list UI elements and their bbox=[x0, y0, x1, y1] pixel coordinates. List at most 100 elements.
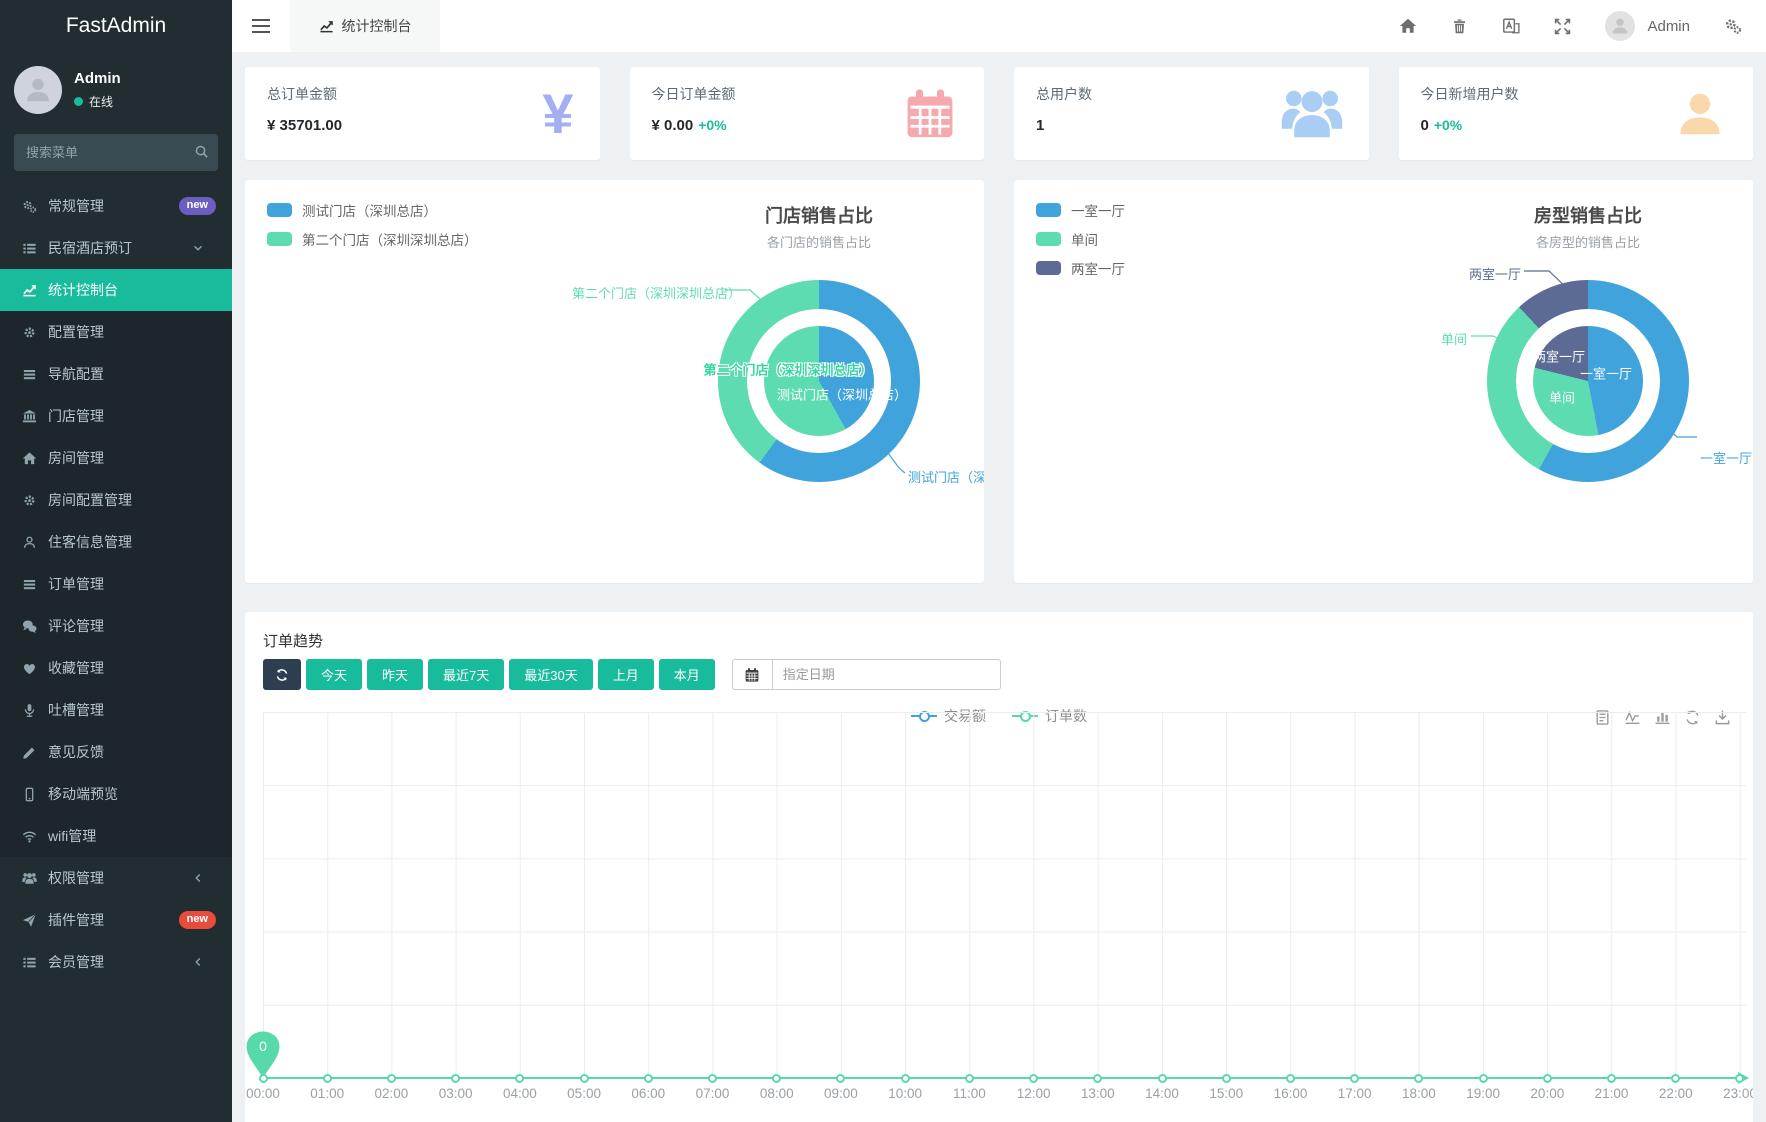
fullscreen-button[interactable] bbox=[1554, 18, 1571, 35]
data-point-marker[interactable] bbox=[644, 1074, 653, 1083]
data-point-marker[interactable] bbox=[259, 1074, 268, 1083]
svg-text:0: 0 bbox=[259, 1038, 267, 1054]
x-axis-tick-label: 20:00 bbox=[1517, 1086, 1577, 1101]
data-point-marker[interactable] bbox=[1671, 1074, 1680, 1083]
range-30days-button[interactable]: 最近30天 bbox=[509, 659, 592, 690]
gears-icon bbox=[1724, 17, 1742, 35]
store-sales-chart-card: 测试门店（深圳总店） 第二个门店（深圳深圳总店） 门店销售占比 各门店的销售占比… bbox=[245, 180, 984, 583]
sidebar-item-store[interactable]: 门店管理 bbox=[0, 395, 232, 437]
trend-chart-plot-area[interactable]: 0 bbox=[263, 712, 1746, 1078]
user-avatar bbox=[14, 66, 62, 114]
sidebar-item-permissions[interactable]: 权限管理 bbox=[0, 857, 232, 899]
legend-item[interactable]: 单间 bbox=[1036, 229, 1125, 249]
chart-subtitle: 各门店的销售占比 bbox=[767, 232, 871, 251]
date-range-buttons: 今天 昨天 最近7天 最近30天 上月 本月 bbox=[263, 659, 1001, 690]
sidebar-item-members[interactable]: 会员管理 bbox=[0, 941, 232, 983]
data-point-marker[interactable] bbox=[515, 1074, 524, 1083]
data-point-marker[interactable] bbox=[387, 1074, 396, 1083]
topbar: 统计控制台 Admin bbox=[232, 0, 1766, 52]
data-point-marker[interactable] bbox=[965, 1074, 974, 1083]
legend-item[interactable]: 第二个门店（深圳深圳总店） bbox=[267, 229, 478, 249]
data-point-marker[interactable] bbox=[1029, 1074, 1038, 1083]
sidebar-item-comments[interactable]: 评论管理 bbox=[0, 605, 232, 647]
sidebar-item-favorites[interactable]: 收藏管理 bbox=[0, 647, 232, 689]
settings-button[interactable] bbox=[1724, 17, 1742, 35]
sidebar-item-plugins[interactable]: 插件管理new bbox=[0, 899, 232, 941]
calendar-icon bbox=[732, 659, 772, 690]
x-axis-tick-label: 04:00 bbox=[490, 1086, 550, 1101]
sidebar-item-config[interactable]: 配置管理 bbox=[0, 311, 232, 353]
data-point-marker[interactable] bbox=[772, 1074, 781, 1083]
x-axis-tick-label: 17:00 bbox=[1325, 1086, 1385, 1101]
sidebar-item-dashboard[interactable]: 统计控制台 bbox=[0, 269, 232, 311]
legend-item[interactable]: 两室一厅 bbox=[1036, 258, 1125, 278]
sidebar-item-guest-info[interactable]: 住客信息管理 bbox=[0, 521, 232, 563]
sidebar-toggle-button[interactable] bbox=[232, 0, 290, 52]
pie-outer-label: 一室一厅 bbox=[1700, 448, 1752, 467]
home-button[interactable] bbox=[1399, 17, 1417, 35]
donut-chart-stores[interactable]: 第二个门店（深圳深圳总店） 测试门店（深圳总店） bbox=[718, 280, 920, 482]
range-today-button[interactable]: 今天 bbox=[306, 659, 362, 690]
x-axis-tick-label: 19:00 bbox=[1453, 1086, 1513, 1101]
donut-chart-room-types[interactable]: 两室一厅 一室一厅 单间 bbox=[1487, 280, 1689, 482]
sidebar-item-orders[interactable]: 订单管理 bbox=[0, 563, 232, 605]
stat-card-today-order-amount: 今日订单金额 ¥ 0.00+0% bbox=[630, 67, 985, 160]
chevron-left-icon bbox=[191, 871, 205, 885]
sidebar-item-room-config[interactable]: 房间配置管理 bbox=[0, 479, 232, 521]
data-point-marker[interactable] bbox=[1479, 1074, 1488, 1083]
data-point-marker[interactable] bbox=[1158, 1074, 1167, 1083]
gear-icon bbox=[22, 493, 37, 508]
legend-swatch bbox=[1036, 203, 1061, 217]
donut-inner-ring[interactable] bbox=[764, 326, 874, 436]
gears-icon bbox=[22, 199, 37, 214]
range-7days-button[interactable]: 最近7天 bbox=[428, 659, 504, 690]
sidebar-item-suggestions[interactable]: 意见反馈 bbox=[0, 731, 232, 773]
date-picker-input[interactable] bbox=[772, 659, 1001, 690]
data-point-marker[interactable] bbox=[1286, 1074, 1295, 1083]
x-axis-tick-label: 02:00 bbox=[361, 1086, 421, 1101]
brand-logo[interactable]: FastAdmin bbox=[0, 0, 232, 52]
data-point-marker[interactable] bbox=[451, 1074, 460, 1083]
range-this-month-button[interactable]: 本月 bbox=[659, 659, 715, 690]
yen-icon: ¥ bbox=[542, 86, 573, 142]
user-menu[interactable]: Admin bbox=[1605, 11, 1690, 41]
data-point-marker[interactable] bbox=[1222, 1074, 1231, 1083]
sidebar-item-wifi[interactable]: wifi管理 bbox=[0, 815, 232, 857]
search-icon[interactable] bbox=[194, 143, 209, 159]
chart-title: 门店销售占比 bbox=[765, 202, 873, 228]
sidebar-item-nav-config[interactable]: 导航配置 bbox=[0, 353, 232, 395]
tab-dashboard[interactable]: 统计控制台 bbox=[290, 0, 440, 52]
legend-item[interactable]: 一室一厅 bbox=[1036, 200, 1125, 220]
range-yesterday-button[interactable]: 昨天 bbox=[367, 659, 423, 690]
legend-item[interactable]: 测试门店（深圳总店） bbox=[267, 200, 478, 220]
clear-cache-button[interactable] bbox=[1451, 18, 1468, 35]
refresh-button[interactable] bbox=[263, 659, 301, 690]
data-point-marker[interactable] bbox=[580, 1074, 589, 1083]
data-point-marker[interactable] bbox=[1543, 1074, 1552, 1083]
data-point-marker[interactable] bbox=[901, 1074, 910, 1083]
x-axis-tick-label: 16:00 bbox=[1260, 1086, 1320, 1101]
sidebar-item-mobile-preview[interactable]: 移动端预览 bbox=[0, 773, 232, 815]
data-point-marker[interactable] bbox=[323, 1074, 332, 1083]
language-icon bbox=[1502, 17, 1520, 35]
sidebar-item-room[interactable]: 房间管理 bbox=[0, 437, 232, 479]
data-point-marker[interactable] bbox=[1414, 1074, 1423, 1083]
language-button[interactable] bbox=[1502, 17, 1520, 35]
x-axis-tick-label: 09:00 bbox=[811, 1086, 871, 1101]
data-point-marker[interactable] bbox=[1350, 1074, 1359, 1083]
x-axis-tick-label: 01:00 bbox=[297, 1086, 357, 1101]
fullscreen-icon bbox=[1554, 18, 1571, 35]
sidebar-item-feedback-mic[interactable]: 吐槽管理 bbox=[0, 689, 232, 731]
range-last-month-button[interactable]: 上月 bbox=[598, 659, 654, 690]
x-axis-tick-label: 07:00 bbox=[683, 1086, 743, 1101]
sidebar-item-hotel-booking[interactable]: 民宿酒店预订 bbox=[0, 227, 232, 269]
legend-swatch bbox=[267, 232, 292, 246]
data-point-marker[interactable] bbox=[708, 1074, 717, 1083]
menu-search-input[interactable] bbox=[14, 134, 218, 171]
stat-value: ¥ 35701.00 bbox=[267, 117, 578, 134]
sidebar-item-general[interactable]: 常规管理new bbox=[0, 185, 232, 227]
data-point-marker[interactable] bbox=[836, 1074, 845, 1083]
pie-inner-label: 测试门店（深圳总店） bbox=[777, 385, 907, 404]
data-point-marker[interactable] bbox=[1607, 1074, 1616, 1083]
data-point-marker[interactable] bbox=[1093, 1074, 1102, 1083]
